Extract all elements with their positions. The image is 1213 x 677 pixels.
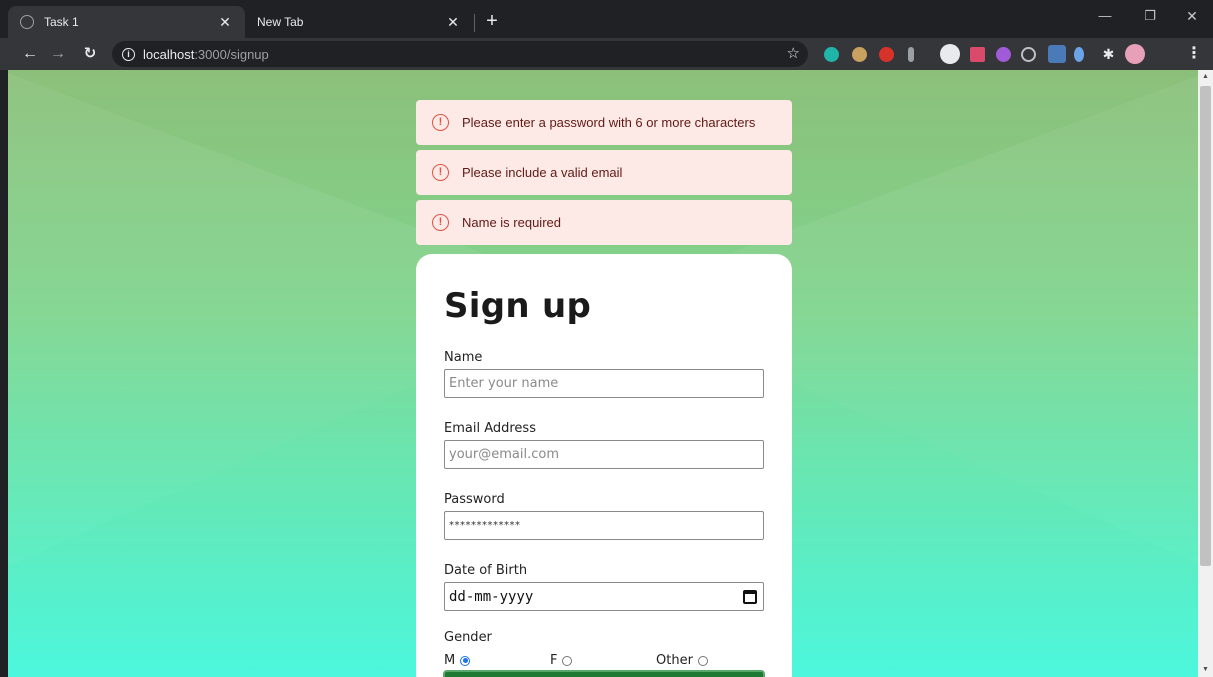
tab-new-tab[interactable]: New Tab ✕ xyxy=(245,6,473,38)
email-label: Email Address xyxy=(444,421,536,436)
gender-label: Gender xyxy=(444,630,492,645)
error-icon: ! xyxy=(432,164,449,181)
gender-option-other[interactable]: Other xyxy=(656,653,762,668)
tab-strip: Task 1 ✕ New Tab ✕ + — ❐ ✕ xyxy=(0,0,1213,38)
close-tab-icon[interactable]: ✕ xyxy=(445,14,461,31)
scroll-down-arrow-icon[interactable]: ▼ xyxy=(1198,663,1213,677)
page-viewport: ! Please enter a password with 6 or more… xyxy=(0,70,1213,677)
extensions-puzzle-icon[interactable]: ✱ xyxy=(1101,47,1116,62)
extension-moon-icon[interactable] xyxy=(1074,47,1084,62)
extension-m-icon[interactable] xyxy=(824,47,839,62)
calendar-icon[interactable] xyxy=(743,589,757,604)
alert-text: Name is required xyxy=(462,215,561,230)
vertical-scrollbar[interactable]: ▲ ▼ xyxy=(1198,70,1213,677)
extension-glasses-icon[interactable] xyxy=(852,47,867,62)
close-tab-icon[interactable]: ✕ xyxy=(217,14,233,31)
reload-icon[interactable]: ↻ xyxy=(78,42,102,66)
error-icon: ! xyxy=(432,214,449,231)
profile-avatar[interactable] xyxy=(1125,44,1145,64)
password-input[interactable]: ************* xyxy=(444,511,764,540)
password-label: Password xyxy=(444,492,505,507)
address-bar[interactable]: i localhost :3000/signup ☆ xyxy=(112,41,808,67)
close-window-icon[interactable]: ✕ xyxy=(1172,4,1212,28)
extension-color-picker-icon[interactable] xyxy=(940,44,960,64)
gender-option-label: M xyxy=(444,653,456,668)
tab-title: New Tab xyxy=(257,15,304,29)
forward-arrow-icon[interactable]: → xyxy=(46,42,70,66)
name-placeholder: Enter your name xyxy=(449,376,559,391)
extension-bug-icon[interactable] xyxy=(970,47,985,62)
dob-label: Date of Birth xyxy=(444,563,528,578)
gender-option-label: F xyxy=(550,653,558,668)
name-input[interactable]: Enter your name xyxy=(444,369,764,398)
url-host: localhost xyxy=(143,46,195,62)
minimize-icon[interactable]: — xyxy=(1085,4,1125,28)
browser-toolbar: ← → ↻ i localhost :3000/signup ☆ ✱ xyxy=(0,38,1213,70)
radio-other[interactable] xyxy=(697,655,708,666)
alert-email-error: ! Please include a valid email xyxy=(416,150,792,195)
submit-button[interactable] xyxy=(443,670,765,677)
email-input[interactable]: your@email.com xyxy=(444,440,764,469)
email-placeholder: your@email.com xyxy=(449,447,559,462)
restore-icon[interactable]: ❐ xyxy=(1130,4,1170,28)
extension-timer-icon[interactable] xyxy=(1048,45,1066,63)
dob-input[interactable]: dd-mm-yyyy xyxy=(444,582,764,611)
gender-option-label: Other xyxy=(656,653,693,668)
menu-kebab-icon[interactable]: ⋮ xyxy=(1186,42,1202,66)
gender-option-m[interactable]: M xyxy=(444,653,550,668)
scroll-up-arrow-icon[interactable]: ▲ xyxy=(1198,70,1213,84)
back-arrow-icon[interactable]: ← xyxy=(18,42,42,66)
scroll-thumb[interactable] xyxy=(1200,86,1211,566)
bookmark-star-icon[interactable]: ☆ xyxy=(787,44,800,62)
name-label: Name xyxy=(444,350,483,365)
new-tab-button[interactable]: + xyxy=(480,9,504,33)
error-icon: ! xyxy=(432,114,449,131)
url-path: :3000/signup xyxy=(194,46,269,62)
signup-card: Sign up Name Enter your name Email Addre… xyxy=(416,254,792,677)
info-icon[interactable]: i xyxy=(122,47,135,61)
tab-title: Task 1 xyxy=(44,15,79,29)
extension-dropper-icon[interactable] xyxy=(908,47,914,62)
dob-placeholder: dd-mm-yyyy xyxy=(449,588,534,605)
password-value: ************* xyxy=(449,520,521,531)
page-title: Sign up xyxy=(444,286,592,326)
alert-text: Please enter a password with 6 or more c… xyxy=(462,115,756,130)
alert-name-error: ! Name is required xyxy=(416,200,792,245)
radio-f[interactable] xyxy=(562,655,573,666)
alert-text: Please include a valid email xyxy=(462,165,623,180)
gender-radio-group: M F Other xyxy=(444,653,764,668)
extension-target-icon[interactable] xyxy=(1021,47,1036,62)
tab-separator xyxy=(474,14,475,32)
alert-password-error: ! Please enter a password with 6 or more… xyxy=(416,100,792,145)
globe-icon xyxy=(20,15,34,29)
window-edge xyxy=(0,70,8,677)
extension-stop-icon[interactable] xyxy=(879,47,894,62)
gender-option-f[interactable]: F xyxy=(550,653,656,668)
tab-task-1[interactable]: Task 1 ✕ xyxy=(8,6,245,38)
radio-m[interactable] xyxy=(460,655,471,666)
extension-face-icon[interactable] xyxy=(996,47,1011,62)
